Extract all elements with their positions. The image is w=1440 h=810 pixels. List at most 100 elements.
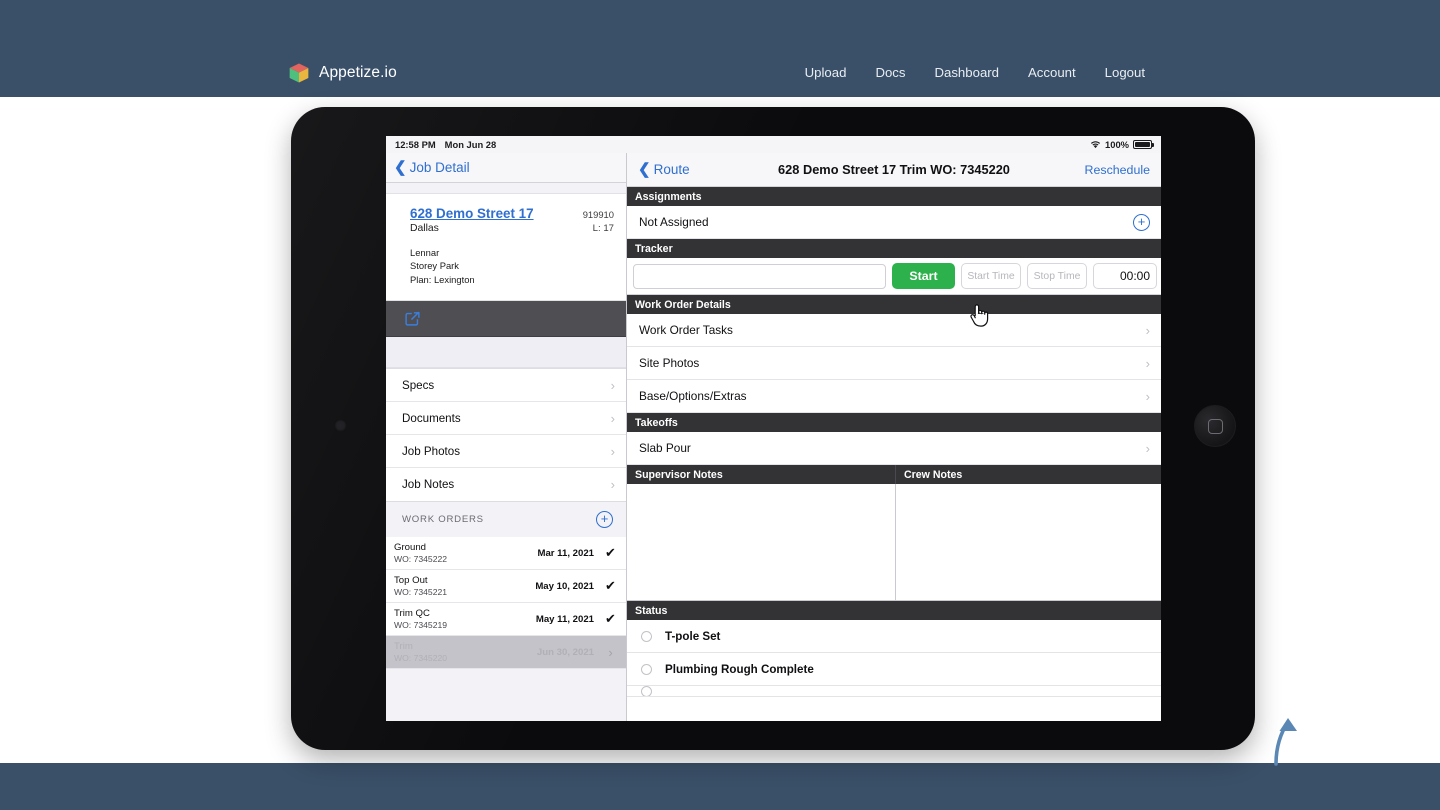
radio-icon[interactable] xyxy=(641,630,652,642)
divider-strip xyxy=(386,337,626,369)
status-row-plumbing-rough-complete[interactable]: Plumbing Rough Complete xyxy=(627,653,1161,686)
row-label: Work Order Tasks xyxy=(639,323,733,337)
tracker-note-input[interactable] xyxy=(633,263,886,289)
nav-account[interactable]: Account xyxy=(1028,65,1076,80)
brand-name: Appetize.io xyxy=(319,64,397,81)
front-camera-icon xyxy=(334,419,347,432)
battery-percent: 100% xyxy=(1105,139,1129,150)
work-order-row[interactable]: Trim QC WO: 7345219 May 11, 2021 ✔ xyxy=(386,603,626,637)
status-row-t-pole-set[interactable]: T-pole Set xyxy=(627,620,1161,653)
job-address-link[interactable]: 628 Demo Street 17 xyxy=(410,206,534,221)
job-builder: Lennar xyxy=(410,247,440,258)
work-order-number: WO: 7345221 xyxy=(394,586,448,597)
status-label: Plumbing Rough Complete xyxy=(665,662,814,676)
work-order-name: Ground xyxy=(394,541,426,553)
radio-icon[interactable] xyxy=(641,686,652,696)
job-plan: Plan: Lexington xyxy=(410,273,475,285)
work-order-name: Trim QC xyxy=(394,607,430,619)
work-orders-header: WORK ORDERS + xyxy=(386,501,626,538)
cube-logo-icon xyxy=(289,63,309,83)
tracker-controls: Start Start Time Stop Time 00:00 xyxy=(627,258,1161,295)
work-order-date: Mar 11, 2021 xyxy=(537,547,594,559)
chevron-right-icon: › xyxy=(1145,440,1150,456)
elapsed-time-display: 00:00 xyxy=(1093,263,1157,289)
section-header-status: Status xyxy=(627,601,1161,620)
sidebar-item-specs[interactable]: Specs › xyxy=(386,369,626,403)
nav-upload[interactable]: Upload xyxy=(805,65,847,80)
row-slab-pour[interactable]: Slab Pour › xyxy=(627,432,1161,465)
page-title: 628 Demo Street 17 Trim WO: 7345220 xyxy=(778,162,1010,177)
back-to-job-detail-button[interactable]: ❮ Job Detail xyxy=(394,160,470,175)
sidebar-item-label: Documents xyxy=(402,411,461,425)
sidebar-item-documents[interactable]: Documents › xyxy=(386,402,626,436)
status-row-clipped[interactable] xyxy=(627,686,1161,697)
row-base-options-extras[interactable]: Base/Options/Extras › xyxy=(627,380,1161,413)
plus-circle-icon[interactable]: + xyxy=(1133,213,1150,231)
device-screen: 12:58 PM Mon Jun 28 100% ❮ Job Detail 62… xyxy=(386,136,1161,721)
supervisor-notes-field[interactable] xyxy=(627,484,895,600)
work-order-name: Top Out xyxy=(394,574,428,586)
section-header-work-order-details: Work Order Details xyxy=(627,295,1161,314)
work-order-row-selected[interactable]: Trim WO: 7345220 Jun 30, 2021 › xyxy=(386,636,626,670)
chevron-right-icon: › xyxy=(610,477,615,493)
edit-job-bar[interactable] xyxy=(386,301,626,338)
job-id: 919910 xyxy=(582,209,614,220)
row-work-order-tasks[interactable]: Work Order Tasks › xyxy=(627,314,1161,347)
sidebar-item-job-notes[interactable]: Job Notes › xyxy=(386,468,626,501)
assignments-row[interactable]: Not Assigned + xyxy=(627,206,1161,239)
chevron-right-icon: › xyxy=(610,443,615,459)
work-order-row[interactable]: Ground WO: 7345222 Mar 11, 2021 ✔ xyxy=(386,537,626,571)
job-lot: L: 17 xyxy=(592,223,614,234)
start-button[interactable]: Start xyxy=(892,263,955,289)
edit-square-icon xyxy=(405,311,420,326)
chevron-right-icon: › xyxy=(610,377,615,393)
chevron-left-icon: ❮ xyxy=(394,159,407,176)
site-footer-band xyxy=(0,763,1440,810)
chevron-right-icon: › xyxy=(608,644,613,660)
nav-docs[interactable]: Docs xyxy=(875,65,905,80)
nav-dashboard[interactable]: Dashboard xyxy=(934,65,999,80)
row-label: Base/Options/Extras xyxy=(639,389,747,403)
check-icon: ✔ xyxy=(605,611,616,627)
row-site-photos[interactable]: Site Photos › xyxy=(627,347,1161,380)
chevron-right-icon: › xyxy=(1145,322,1150,338)
brand[interactable]: Appetize.io xyxy=(288,62,397,84)
work-order-row[interactable]: Top Out WO: 7345221 May 10, 2021 ✔ xyxy=(386,570,626,604)
crew-notes-field[interactable] xyxy=(895,484,1161,600)
detail-scroll-area[interactable]: Assignments Not Assigned + Tracker Start… xyxy=(627,187,1161,721)
wifi-icon xyxy=(1090,141,1101,149)
work-order-name: Trim xyxy=(394,640,413,652)
job-summary-card[interactable]: 628 Demo Street 17 919910 Dallas L: 17 L… xyxy=(386,193,626,302)
sidebar-item-job-photos[interactable]: Job Photos › xyxy=(386,435,626,469)
back-to-route-button[interactable]: ❮ Route xyxy=(638,162,690,177)
chevron-right-icon: › xyxy=(1145,388,1150,404)
reschedule-button[interactable]: Reschedule xyxy=(1085,163,1150,177)
split-view: ❮ Job Detail 628 Demo Street 17 919910 D… xyxy=(386,153,1161,721)
nav-logout[interactable]: Logout xyxy=(1105,65,1145,80)
job-city: Dallas xyxy=(410,223,439,234)
back-label: Job Detail xyxy=(409,160,470,175)
row-label: Site Photos xyxy=(639,356,700,370)
work-order-number: WO: 7345222 xyxy=(394,553,448,564)
plus-circle-icon[interactable]: + xyxy=(596,511,613,529)
section-header-crew-notes: Crew Notes xyxy=(895,465,1161,484)
home-square-icon xyxy=(1207,418,1223,434)
notes-headers: Supervisor Notes Crew Notes xyxy=(627,465,1161,484)
master-pane: ❮ Job Detail 628 Demo Street 17 919910 D… xyxy=(386,153,627,721)
work-order-date: Jun 30, 2021 xyxy=(536,646,594,658)
work-order-number: WO: 7345219 xyxy=(394,619,448,630)
radio-icon[interactable] xyxy=(641,663,652,675)
detail-navigation-bar: ❮ Route 628 Demo Street 17 Trim WO: 7345… xyxy=(627,153,1161,187)
left-scroll-area[interactable]: 628 Demo Street 17 919910 Dallas L: 17 L… xyxy=(386,183,626,721)
start-time-field[interactable]: Start Time xyxy=(961,263,1021,289)
home-button[interactable] xyxy=(1194,405,1236,447)
section-header-assignments: Assignments xyxy=(627,187,1161,206)
back-label: Route xyxy=(653,162,690,177)
curved-up-arrow-icon xyxy=(1274,718,1297,766)
stop-time-field[interactable]: Stop Time xyxy=(1027,263,1087,289)
check-icon: ✔ xyxy=(605,578,616,594)
notes-body xyxy=(627,484,1161,601)
site-header-band xyxy=(0,0,1440,97)
sidebar-item-label: Specs xyxy=(402,378,435,392)
check-icon: ✔ xyxy=(605,545,616,561)
